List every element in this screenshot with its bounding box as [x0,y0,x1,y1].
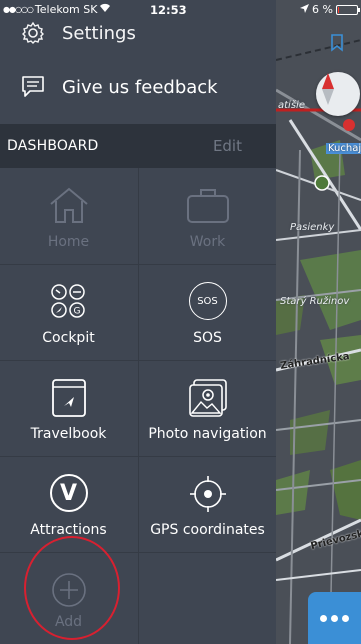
edit-button[interactable]: Edit [213,137,270,155]
photo-icon [139,378,276,418]
status-bar: ●●○○○ Telekom SK 12:53 6 % [0,0,361,20]
attractions-icon: V [0,474,137,512]
tile-label: SOS [193,330,222,346]
map-label: Pasienky [290,222,335,233]
svg-text:G: G [73,307,80,317]
travelbook-icon [0,378,137,418]
tile-label: Travelbook [30,426,107,442]
wifi-icon [99,3,111,16]
signal-strength: ●●○○○ [3,5,34,14]
more-dot [342,614,349,622]
tile-label: Cockpit [42,330,95,346]
menu-item-label: Settings [62,22,136,44]
tile-photo-navigation[interactable]: Photo navigation [139,360,276,456]
more-dot [320,614,327,622]
map-label: Starý Ružinov [280,296,350,307]
more-dot [331,614,338,622]
tile-gps-coordinates[interactable]: GPS coordinates [139,456,276,552]
tile-label: Home [47,234,90,250]
battery-percent: 6 % [312,3,333,16]
carrier-name: Telekom SK [34,3,98,16]
tile-cockpit[interactable]: G Cockpit [0,264,137,360]
map-label: atišie [278,100,305,111]
tile-travelbook[interactable]: Travelbook [0,360,137,456]
carrier-info: ●●○○○ Telekom SK [3,3,111,16]
tile-label: GPS coordinates [150,522,265,538]
menu-item-feedback[interactable]: Give us feedback [0,64,276,110]
tile-label: Photo navigation [148,426,267,442]
tile-work[interactable]: Work [139,168,276,264]
speech-bubble-icon [18,75,48,99]
clock: 12:53 [150,3,187,17]
sos-badge: SOS [188,282,227,320]
compass-button[interactable] [316,72,360,116]
dashboard-title: DASHBOARD [7,138,99,154]
side-drawer: Settings Give us feedback DASHBOARD Edit… [0,0,276,644]
dashboard-header: DASHBOARD Edit [0,124,276,168]
gps-icon [139,474,276,514]
tile-home[interactable]: Home [0,168,137,264]
menu-item-label: Give us feedback [62,76,218,98]
attractions-badge: V [49,474,88,512]
more-button[interactable] [308,592,361,644]
gear-icon [18,21,48,45]
tile-label: Work [189,234,226,250]
sos-icon: SOS [139,282,276,320]
highlight-annotation [24,536,120,640]
compass-icon [322,73,334,105]
battery-icon [336,4,360,15]
tile-sos[interactable]: SOS SOS [139,264,276,360]
status-right: 6 % [300,3,360,16]
location-arrow-icon [300,3,310,16]
briefcase-icon [139,186,276,224]
cockpit-icon: G [0,282,137,322]
map-label: Kuchajd [326,143,361,154]
home-icon [0,186,137,224]
